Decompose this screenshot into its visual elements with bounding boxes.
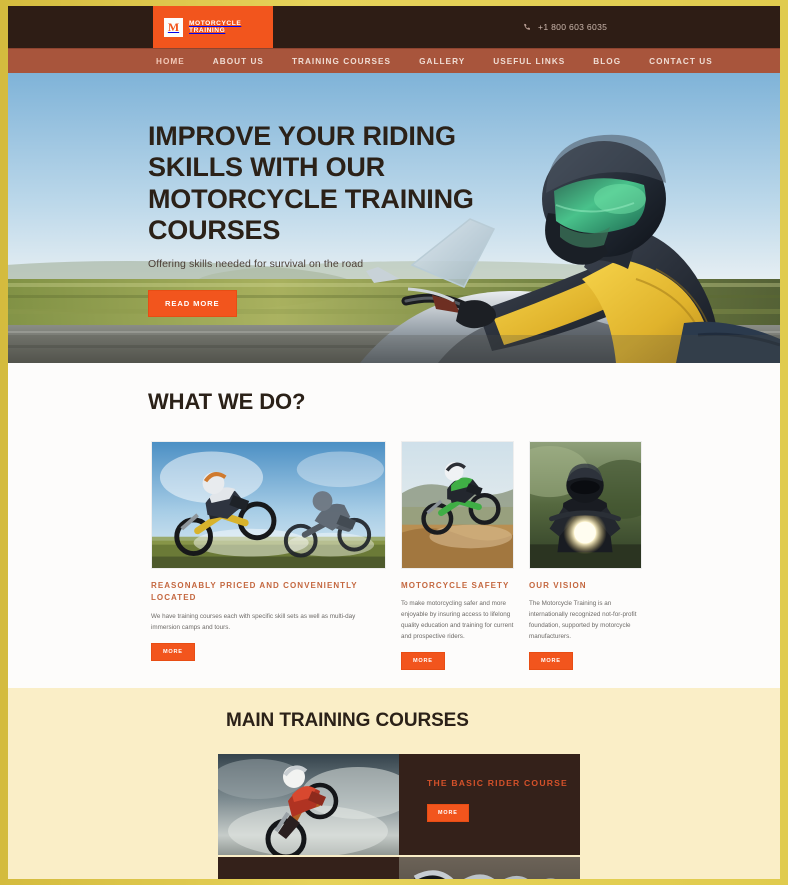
feature-card-image xyxy=(401,441,514,569)
hero-read-more-button[interactable]: READ MORE xyxy=(148,290,237,318)
nav-item-gallery[interactable]: GALLERY xyxy=(419,57,465,66)
course-row: THE BASIC RIDER COURSE MORE xyxy=(218,754,580,858)
main-navigation: HOME ABOUT US TRAINING COURSES GALLERY U… xyxy=(8,48,780,73)
course-image xyxy=(399,857,580,879)
logo-mark-icon: M xyxy=(164,17,183,37)
nav-item-training-courses[interactable]: TRAINING COURSES xyxy=(292,57,391,66)
hero-copy: IMPROVE YOUR RIDING SKILLS WITH OUR MOTO… xyxy=(148,121,528,318)
page-frame: M MOTORCYCLE TRAINING +1 800 603 6035 HO… xyxy=(0,0,788,885)
hero-banner: IMPROVE YOUR RIDING SKILLS WITH OUR MOTO… xyxy=(8,73,780,363)
feature-card-more-button[interactable]: MORE xyxy=(401,652,445,671)
feature-card-image xyxy=(529,441,642,569)
course-text: INTERMEDIATE RIDER TRAINING MORE xyxy=(218,857,399,879)
feature-card-title: REASONABLY PRICED AND CONVENIENTLY LOCAT… xyxy=(151,581,358,603)
feature-card-image xyxy=(151,441,386,569)
logo-line-2: TRAINING xyxy=(189,27,226,34)
header-phone[interactable]: +1 800 603 6035 xyxy=(523,6,607,48)
feature-card: MOTORCYCLE SAFETY To make motorcycling s… xyxy=(401,441,514,671)
feature-card-title: OUR VISION xyxy=(529,581,587,590)
feature-card-more-button[interactable]: MORE xyxy=(151,642,195,661)
courses-title: MAIN TRAINING COURSES xyxy=(226,710,469,732)
feature-card-body: We have training courses each with speci… xyxy=(151,612,356,631)
nav-item-useful-links[interactable]: USEFUL LINKS xyxy=(493,57,565,66)
logo-wordmark: MOTORCYCLE TRAINING xyxy=(189,20,241,35)
feature-card-list: REASONABLY PRICED AND CONVENIENTLY LOCAT… xyxy=(151,441,656,671)
feature-card-more-button[interactable]: MORE xyxy=(529,652,573,671)
site-logo[interactable]: M MOTORCYCLE TRAINING xyxy=(153,6,273,48)
course-more-button[interactable]: MORE xyxy=(427,803,469,822)
feature-card-body: To make motorcycling safer and more enjo… xyxy=(401,600,514,641)
course-title: THE BASIC RIDER COURSE xyxy=(427,778,568,789)
course-image xyxy=(218,754,399,856)
main-training-courses-section: MAIN TRAINING COURSES THE BASIC RIDER CO… xyxy=(8,688,780,879)
phone-icon xyxy=(523,23,532,32)
page-content: M MOTORCYCLE TRAINING +1 800 603 6035 HO… xyxy=(8,6,780,879)
course-text: THE BASIC RIDER COURSE MORE xyxy=(399,754,580,855)
nav-item-blog[interactable]: BLOG xyxy=(593,57,621,66)
hero-subheadline: Offering skills needed for survival on t… xyxy=(148,258,364,271)
what-we-do-title: WHAT WE DO? xyxy=(148,389,306,414)
what-we-do-section: WHAT WE DO? REASONABLY PRICED AND CONVEN… xyxy=(8,363,780,671)
course-row: INTERMEDIATE RIDER TRAINING MORE xyxy=(218,857,580,879)
phone-number: +1 800 603 6035 xyxy=(538,22,608,32)
nav-item-about-us[interactable]: ABOUT US xyxy=(213,57,264,66)
hero-headline: IMPROVE YOUR RIDING SKILLS WITH OUR MOTO… xyxy=(148,121,474,245)
feature-card: REASONABLY PRICED AND CONVENIENTLY LOCAT… xyxy=(151,441,386,670)
feature-card: OUR VISION The Motorcycle Training is an… xyxy=(529,441,642,671)
top-header-bar: M MOTORCYCLE TRAINING +1 800 603 6035 xyxy=(8,6,780,48)
feature-card-body: The Motorcycle Training is an internatio… xyxy=(529,600,637,641)
feature-card-title: MOTORCYCLE SAFETY xyxy=(401,581,510,590)
course-list: THE BASIC RIDER COURSE MORE INTERMEDIATE… xyxy=(218,754,580,879)
logo-line-1: MOTORCYCLE xyxy=(189,19,242,27)
nav-item-contact-us[interactable]: CONTACT US xyxy=(649,57,713,66)
nav-item-home[interactable]: HOME xyxy=(156,57,185,66)
